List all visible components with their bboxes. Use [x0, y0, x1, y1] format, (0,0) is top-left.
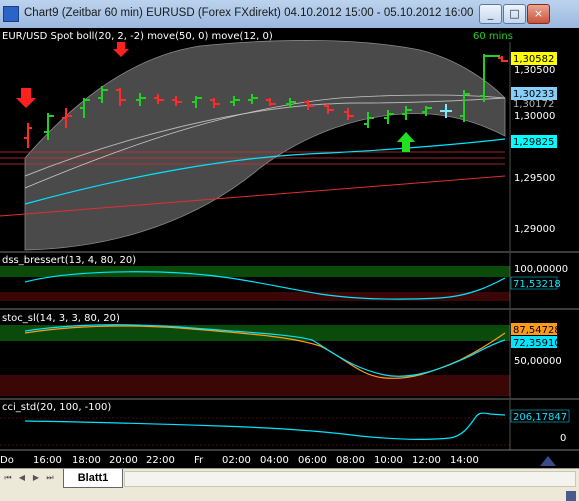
dss-indicator-panel[interactable]: dss_bressert(13, 4, 80, 20) 100,00000 71…: [0, 253, 568, 308]
cci-legend: cci_std(20, 100, -100): [2, 402, 111, 413]
first-sheet-button[interactable]: ⏮: [3, 472, 13, 484]
prev-sheet-button[interactable]: ◀: [17, 472, 27, 484]
svg-text:1,29500: 1,29500: [514, 173, 555, 184]
maximize-button[interactable]: □: [503, 4, 526, 24]
chart-area[interactable]: EUR/USD Spot boll(20, 2, -2) move(50, 0)…: [0, 28, 579, 468]
status-bar: [0, 488, 579, 501]
close-button[interactable]: ×: [527, 4, 550, 24]
stoc-tick: 50,00000: [514, 356, 562, 367]
stoc-legend: stoc_sl(14, 3, 3, 80, 20): [2, 313, 120, 324]
time-tick: Fr: [194, 455, 204, 466]
time-tick: 04:00: [260, 455, 289, 466]
stoc-indicator-panel[interactable]: stoc_sl(14, 3, 3, 80, 20) 87,54728 72,35…: [0, 310, 562, 398]
last-price-value: 1,30582: [513, 54, 554, 65]
time-tick: 02:00: [222, 455, 251, 466]
dss-value: 71,53218: [513, 279, 561, 290]
ma12-value: 1,29825: [513, 137, 554, 148]
horizontal-scrollbar[interactable]: [124, 471, 576, 487]
cci-value: 206,17847: [513, 412, 567, 423]
time-tick: 20:00: [109, 455, 138, 466]
sheet-tab-blatt1[interactable]: Blatt1: [63, 469, 123, 488]
time-tick: 08:00: [336, 455, 365, 466]
dss-tick: 100,00000: [514, 264, 568, 275]
time-tick: 06:00: [298, 455, 327, 466]
time-tick: 10:00: [374, 455, 403, 466]
main-legend: EUR/USD Spot boll(20, 2, -2) move(50, 0)…: [2, 31, 273, 42]
chart-app-icon[interactable]: [3, 6, 19, 22]
sheet-bar: ⏮ ◀ ▶ ⏭ Blatt1: [0, 468, 579, 501]
window-title: Chart9 (Zeitbar 60 min) EURUSD (Forex FX…: [24, 7, 474, 19]
cci-indicator-panel[interactable]: cci_std(20, 100, -100) 206,17847 0: [0, 400, 570, 450]
window-titlebar: Chart9 (Zeitbar 60 min) EURUSD (Forex FX…: [0, 0, 579, 29]
ma50-value: 1,30172: [513, 99, 554, 110]
cci-tick: 0: [560, 433, 566, 444]
scroll-right-icon[interactable]: [540, 456, 556, 466]
last-sheet-button[interactable]: ⏭: [45, 472, 55, 484]
sheet-tab-strip: ⏮ ◀ ▶ ⏭ Blatt1: [0, 469, 579, 488]
time-tick: 16:00: [33, 455, 62, 466]
minimize-button[interactable]: _: [479, 4, 502, 24]
time-axis[interactable]: Do 16:00 18:00 20:00 22:00 Fr 02:00 04:0…: [0, 455, 556, 466]
main-price-panel[interactable]: EUR/USD Spot boll(20, 2, -2) move(50, 0)…: [0, 28, 579, 251]
time-tick: Do: [0, 455, 14, 466]
svg-text:1,29000: 1,29000: [514, 224, 555, 235]
time-tick: 22:00: [146, 455, 175, 466]
svg-text:1,30000: 1,30000: [514, 111, 555, 122]
time-tick: 18:00: [72, 455, 101, 466]
stoc-fast-value: 72,35910: [513, 338, 561, 349]
next-sheet-button[interactable]: ▶: [31, 472, 41, 484]
dss-legend: dss_bressert(13, 4, 80, 20): [2, 255, 136, 266]
stoc-slow-value: 87,54728: [513, 325, 561, 336]
svg-text:1,30500: 1,30500: [514, 65, 555, 76]
timeframe-label: 60 mins: [473, 31, 513, 42]
cci-line: [24, 412, 506, 440]
time-tick: 12:00: [412, 455, 441, 466]
time-tick: 14:00: [450, 455, 479, 466]
